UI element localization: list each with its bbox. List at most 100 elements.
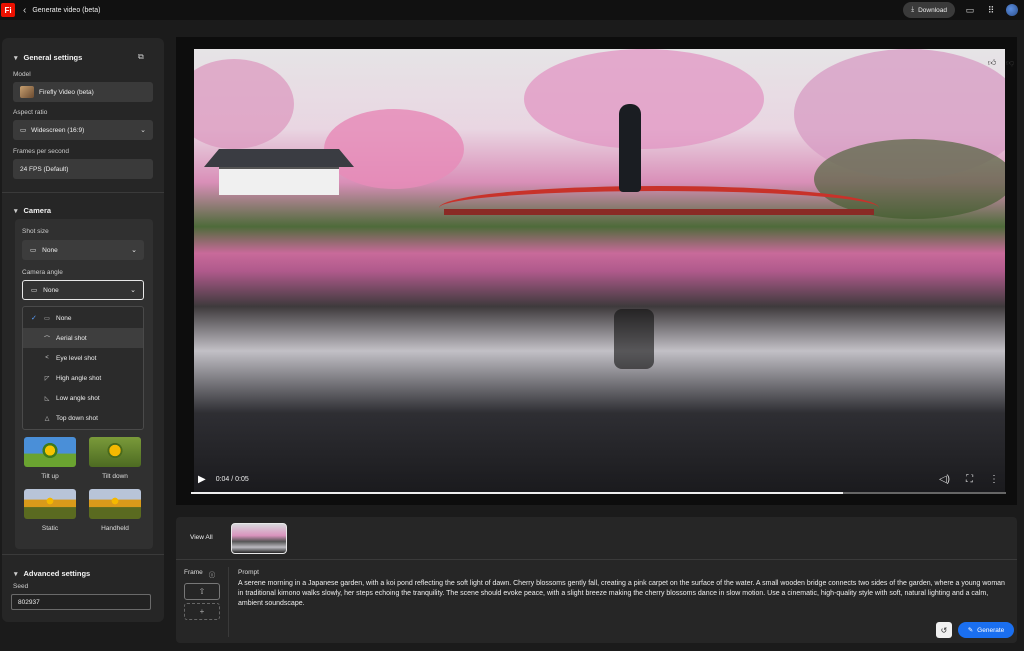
camera-angle-select[interactable]: ▭ None ⌄ bbox=[22, 280, 144, 300]
playback-time: 0:04 / 0:05 bbox=[215, 475, 249, 483]
generated-video-thumbnail[interactable] bbox=[231, 523, 287, 554]
chevron-down-icon: ▾ bbox=[14, 54, 18, 62]
camera-icon: ▭ bbox=[30, 247, 37, 254]
aspect-ratio-label: Aspect ratio bbox=[13, 109, 48, 116]
player-right-controls: ◁) ⛶ ⋮ bbox=[939, 474, 999, 485]
aspect-ratio-value: Widescreen (16:9) bbox=[31, 126, 85, 134]
camera-title: Camera bbox=[23, 206, 52, 215]
shot-size-label: Shot size bbox=[22, 228, 49, 235]
frame-label: Frame ⓘ bbox=[184, 569, 215, 579]
fullscreen-icon[interactable]: ⛶ bbox=[966, 474, 973, 485]
camera-angle-label: Camera angle bbox=[22, 269, 63, 276]
general-settings-header[interactable]: ▾ General settings bbox=[14, 53, 82, 62]
divider bbox=[2, 554, 164, 555]
general-settings-title: General settings bbox=[23, 53, 83, 62]
menu-item-label: Eye level shot bbox=[56, 354, 97, 362]
progress-bar[interactable] bbox=[191, 492, 1006, 494]
feedback-buttons: 👍︎ 👎︎ bbox=[986, 57, 1016, 69]
preset-label: Tilt up bbox=[41, 473, 59, 480]
preset-tilt-down[interactable]: Tilt down bbox=[89, 437, 141, 480]
seed-value: 802937 bbox=[18, 598, 40, 606]
avatar[interactable] bbox=[1006, 4, 1018, 16]
menu-item-label: Low angle shot bbox=[56, 394, 100, 402]
seed-label: Seed bbox=[13, 583, 29, 590]
thumbs-up-icon[interactable]: 👍︎ bbox=[986, 57, 998, 69]
video-controls: ▶ 0:04 / 0:05 ◁) ⛶ ⋮ bbox=[194, 465, 1005, 493]
seed-input[interactable]: 802937 bbox=[11, 594, 151, 610]
app-logo[interactable]: Fi bbox=[1, 3, 15, 17]
chevron-down-icon: ⌄ bbox=[130, 287, 136, 294]
tilt-up-thumbnail bbox=[24, 437, 76, 467]
history-icon: ↺ bbox=[940, 625, 948, 635]
shot-size-value: None bbox=[42, 246, 58, 254]
view-all-link[interactable]: View All bbox=[190, 534, 213, 541]
walking-person bbox=[619, 104, 641, 192]
history-button[interactable]: ↺ bbox=[936, 622, 952, 638]
bridge-rail bbox=[444, 209, 874, 215]
camera-angle-value: None bbox=[43, 286, 59, 294]
volume-icon[interactable]: ◁) bbox=[939, 474, 950, 485]
model-value: Firefly Video (beta) bbox=[39, 88, 94, 96]
model-thumbnail bbox=[20, 86, 34, 98]
preset-label: Tilt down bbox=[102, 473, 128, 480]
thumbs-down-icon[interactable]: 👎︎ bbox=[1004, 57, 1016, 69]
divider bbox=[176, 559, 1017, 560]
aerial-shot-icon: ⌒ bbox=[43, 336, 50, 343]
more-options-icon[interactable]: ⋮ bbox=[989, 474, 999, 485]
video-frame bbox=[194, 49, 1005, 493]
menu-item-high-angle-shot[interactable]: ◸ High angle shot bbox=[23, 368, 143, 388]
chat-icon[interactable]: ▭ bbox=[964, 4, 976, 16]
upload-frame-button[interactable]: ⇧ bbox=[184, 583, 220, 600]
menu-item-top-down-shot[interactable]: △ Top down shot bbox=[23, 408, 143, 428]
video-player[interactable]: ▶ 0:04 / 0:05 ◁) ⛶ ⋮ bbox=[176, 37, 1017, 505]
download-label: Download bbox=[918, 6, 947, 14]
generate-button[interactable]: ✎ Generate bbox=[958, 622, 1014, 638]
menu-item-aerial-shot[interactable]: ⌒ Aerial shot bbox=[23, 328, 143, 348]
back-icon[interactable]: ‹ bbox=[23, 5, 26, 16]
info-icon[interactable]: ⓘ bbox=[209, 569, 216, 579]
low-angle-shot-icon: ◺ bbox=[44, 395, 50, 402]
preset-handheld[interactable]: Handheld bbox=[89, 489, 141, 532]
advanced-settings-header[interactable]: ▾ Advanced settings bbox=[14, 569, 90, 578]
camera-settings-box: Shot size ▭ None ⌄ Camera angle ▭ None ⌄… bbox=[15, 219, 153, 549]
menu-item-eye-level-shot[interactable]: < Eye level shot bbox=[23, 348, 143, 368]
aspect-ratio-select[interactable]: ▭ Widescreen (16:9) ⌄ bbox=[13, 120, 153, 140]
camera-header[interactable]: ▾ Camera bbox=[14, 206, 51, 215]
prompt-label: Prompt bbox=[238, 569, 259, 576]
download-button[interactable]: ⤓ Download bbox=[903, 2, 955, 18]
generate-icon: ✎ bbox=[967, 627, 974, 634]
generate-label: Generate bbox=[977, 626, 1005, 634]
red-bridge bbox=[439, 186, 879, 208]
play-icon[interactable]: ▶ bbox=[198, 474, 206, 485]
menu-item-low-angle-shot[interactable]: ◺ Low angle shot bbox=[23, 388, 143, 408]
page-title: Generate video (beta) bbox=[32, 6, 101, 14]
preset-static[interactable]: Static bbox=[24, 489, 76, 532]
menu-item-label: Top down shot bbox=[56, 414, 98, 422]
menu-item-none[interactable]: ✓ ▭ None bbox=[23, 308, 143, 328]
preset-label: Handheld bbox=[101, 525, 129, 532]
prompt-textarea[interactable]: A serene morning in a Japanese garden, w… bbox=[238, 579, 1008, 609]
shot-size-select[interactable]: ▭ None ⌄ bbox=[22, 240, 144, 260]
preset-tilt-up[interactable]: Tilt up bbox=[24, 437, 76, 480]
apps-grid-icon[interactable]: ⠿ bbox=[985, 4, 997, 16]
high-angle-shot-icon: ◸ bbox=[44, 375, 50, 382]
top-right-actions: ⤓ Download ▭ ⠿ bbox=[903, 2, 1018, 18]
temple-roof bbox=[204, 149, 354, 167]
advanced-settings-title: Advanced settings bbox=[23, 569, 91, 578]
camera-angle-menu: ✓ ▭ None ⌒ Aerial shot < Eye level shot … bbox=[22, 306, 144, 430]
cherry-tree bbox=[524, 49, 764, 149]
fps-label: Frames per second bbox=[13, 148, 69, 155]
tilt-down-thumbnail bbox=[89, 437, 141, 467]
menu-item-label: None bbox=[56, 314, 72, 322]
menu-item-label: Aerial shot bbox=[56, 334, 87, 342]
static-thumbnail bbox=[24, 489, 76, 519]
frame-label-text: Frame bbox=[184, 569, 203, 576]
progress-fill bbox=[191, 492, 843, 494]
none-angle-icon: ▭ bbox=[44, 315, 50, 322]
camera-angle-icon: ▭ bbox=[31, 287, 38, 294]
fps-field[interactable]: 24 FPS (Default) bbox=[13, 159, 153, 179]
end-frame-slot[interactable]: + bbox=[184, 603, 220, 620]
model-select[interactable]: Firefly Video (beta) bbox=[13, 82, 153, 102]
chevron-down-icon: ▾ bbox=[14, 207, 18, 215]
collapse-panel-icon[interactable]: ⧉ bbox=[138, 52, 144, 62]
